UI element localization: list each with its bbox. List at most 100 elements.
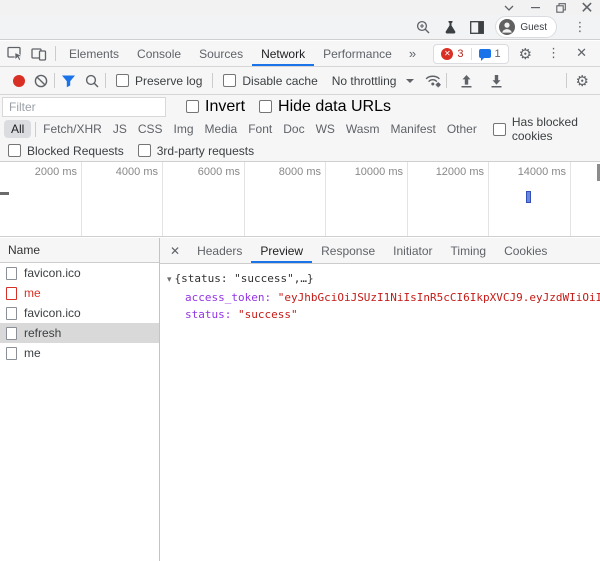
network-toolbar: Preserve log Disable cache No throttling… — [0, 67, 600, 95]
chip-img[interactable]: Img — [174, 122, 194, 136]
request-row-selected[interactable]: refresh — [0, 323, 159, 343]
disclosure-triangle-icon[interactable]: ▾ — [167, 275, 172, 285]
request-row[interactable]: me — [0, 283, 159, 303]
network-conditions-icon[interactable] — [424, 72, 442, 90]
invert-checkbox[interactable]: Invert — [186, 98, 245, 116]
request-row[interactable]: me — [0, 343, 159, 363]
search-icon[interactable] — [83, 72, 101, 90]
tab-sources[interactable]: Sources — [190, 41, 252, 66]
hide-data-urls-label: Hide data URLs — [278, 97, 391, 115]
blocked-requests-checkbox[interactable]: Blocked Requests — [8, 144, 124, 158]
filter-input[interactable] — [2, 96, 166, 117]
clear-icon[interactable] — [32, 72, 50, 90]
tab-cookies[interactable]: Cookies — [495, 238, 556, 263]
tick-label: 10000 ms — [354, 166, 403, 178]
tab-network[interactable]: Network — [252, 41, 314, 66]
detail-tabbar: ✕ Headers Preview Response Initiator Tim… — [160, 238, 600, 264]
request-waterfall-bar — [526, 191, 531, 203]
tick-label: 6000 ms — [197, 166, 240, 178]
network-settings-gear-icon[interactable]: ⚙ — [571, 72, 594, 90]
devtools-settings-gear-icon[interactable]: ⚙ — [513, 45, 538, 63]
window-menu-chevron-icon[interactable] — [496, 0, 522, 15]
chip-all[interactable]: All — [4, 120, 32, 138]
tick-label: 8000 ms — [278, 166, 321, 178]
request-waterfall-bar — [0, 192, 9, 195]
browser-menu-icon[interactable]: ⋮ — [566, 18, 594, 36]
request-name: refresh — [24, 326, 62, 340]
json-value: "eyJhbGciOiJSUzI1NiIsInR5cCI6IkpXVCJ9.ey… — [277, 291, 600, 304]
devtools-close-icon[interactable]: ✕ — [569, 46, 594, 61]
request-row[interactable]: favicon.ico — [0, 303, 159, 323]
export-har-icon[interactable] — [487, 72, 505, 90]
preserve-log-checkbox[interactable]: Preserve log — [116, 74, 202, 88]
tab-elements[interactable]: Elements — [60, 41, 128, 66]
browser-toolbar: Guest ⋮ — [0, 15, 600, 40]
more-tabs-icon[interactable]: » — [401, 41, 424, 66]
window-restore-icon[interactable] — [548, 0, 574, 15]
extension-flask-icon[interactable] — [441, 18, 459, 36]
gridline — [488, 162, 489, 236]
third-party-label: 3rd-party requests — [156, 143, 255, 158]
device-toolbar-icon[interactable] — [30, 45, 48, 63]
chip-ws[interactable]: WS — [316, 122, 335, 136]
gridline — [570, 162, 571, 236]
divider — [212, 73, 214, 88]
requests-list-pane: Name favicon.ico me favicon.ico refresh … — [0, 238, 160, 561]
disable-cache-checkbox[interactable]: Disable cache — [223, 73, 318, 88]
divider — [35, 121, 37, 137]
inspect-element-icon[interactable] — [6, 45, 24, 63]
side-panel-icon[interactable] — [468, 18, 486, 36]
name-column-header[interactable]: Name — [0, 238, 159, 263]
checkbox-icon — [186, 100, 199, 113]
devtools-tabbar: Elements Console Sources Network Perform… — [0, 41, 600, 67]
invert-label: Invert — [205, 97, 246, 115]
chip-font[interactable]: Font — [248, 122, 272, 136]
chip-js[interactable]: JS — [113, 122, 127, 136]
status-badges: ✕ 3 1 — [433, 43, 509, 64]
import-har-icon[interactable] — [457, 72, 475, 90]
chip-manifest[interactable]: Manifest — [390, 122, 435, 136]
filter-funnel-icon[interactable] — [59, 72, 77, 90]
network-overview-timeline[interactable]: 2000 ms 4000 ms 6000 ms 8000 ms 10000 ms… — [0, 162, 600, 237]
errors-badge[interactable]: ✕ 3 — [434, 47, 470, 60]
file-icon — [6, 346, 17, 360]
request-row[interactable]: favicon.ico — [0, 263, 159, 283]
disable-cache-label: Disable cache — [242, 73, 318, 88]
json-entry: status: "success" — [167, 306, 600, 323]
request-name: me — [24, 346, 41, 360]
chip-css[interactable]: CSS — [138, 122, 163, 136]
zoom-indicator-icon[interactable] — [414, 18, 432, 36]
chip-other[interactable]: Other — [447, 122, 477, 136]
has-blocked-cookies-checkbox[interactable]: Has blocked cookies — [492, 115, 594, 143]
error-icon: ✕ — [441, 47, 454, 60]
chip-fetch-xhr[interactable]: Fetch/XHR — [43, 122, 102, 136]
tab-headers[interactable]: Headers — [188, 238, 251, 263]
tab-preview[interactable]: Preview — [251, 238, 312, 263]
tab-initiator[interactable]: Initiator — [384, 238, 441, 263]
tab-console[interactable]: Console — [128, 41, 190, 66]
throttling-select[interactable]: No throttling — [332, 74, 397, 88]
tick-label: 12000 ms — [435, 166, 484, 178]
chip-media[interactable]: Media — [205, 122, 238, 136]
chip-wasm[interactable]: Wasm — [346, 122, 380, 136]
window-close-icon[interactable]: ✕ — [574, 0, 600, 17]
network-main-panel: Name favicon.ico me favicon.ico refresh … — [0, 238, 600, 561]
chip-doc[interactable]: Doc — [283, 122, 304, 136]
third-party-checkbox[interactable]: 3rd-party requests — [137, 143, 255, 158]
profile-name: Guest — [520, 21, 547, 33]
has-blocked-cookies-label: Has blocked cookies — [511, 115, 578, 143]
request-name: favicon.ico — [24, 266, 81, 280]
issues-badge[interactable]: 1 — [470, 47, 508, 61]
record-button[interactable] — [13, 74, 25, 87]
tab-performance[interactable]: Performance — [314, 41, 401, 66]
devtools-menu-icon[interactable]: ⋮ — [542, 46, 565, 61]
hide-data-urls-checkbox[interactable]: Hide data URLs — [259, 98, 391, 116]
json-summary-line[interactable]: ▾ {status: "success",…} — [167, 270, 600, 289]
tab-timing[interactable]: Timing — [442, 238, 496, 263]
detail-close-icon[interactable]: ✕ — [160, 238, 188, 263]
chevron-down-icon[interactable] — [406, 78, 415, 87]
profile-button[interactable]: Guest — [495, 16, 557, 38]
window-minimize-icon[interactable] — [522, 0, 548, 15]
file-icon — [6, 286, 17, 300]
tab-response[interactable]: Response — [312, 238, 384, 263]
